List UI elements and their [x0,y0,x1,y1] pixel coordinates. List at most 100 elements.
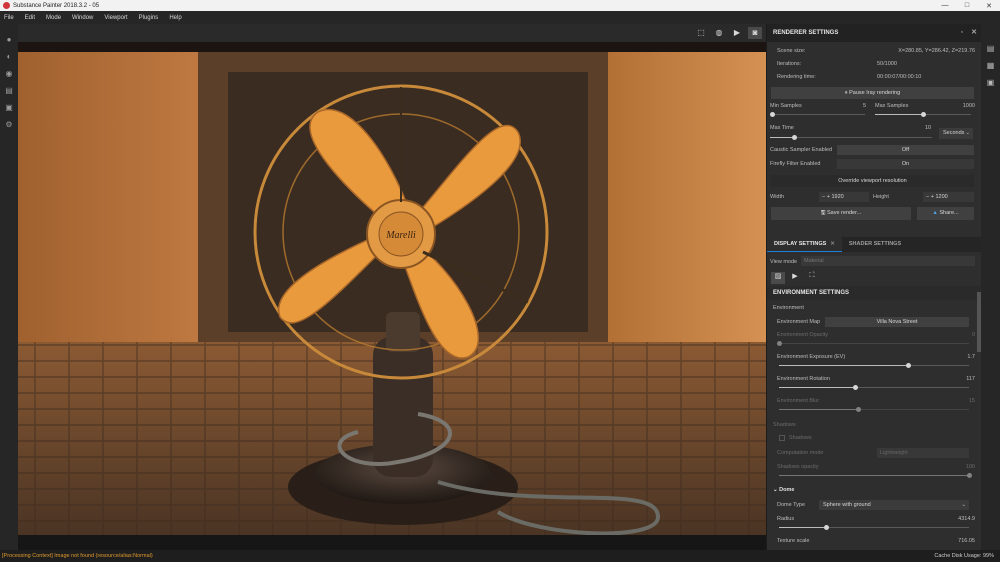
env-map-button[interactable]: Villa Nova Street [825,317,969,327]
scene-size-value: X=280.85, Y=286.42, Z=219.76 [898,48,975,54]
env-rotation-label: Environment Rotation [777,376,830,382]
frame-icon[interactable]: ⬚ [694,27,708,39]
dome-section-label: Dome [779,487,795,493]
fullscreen-icon[interactable]: ⛶ [805,272,819,284]
close-tab-icon[interactable]: ✕ [830,241,835,247]
env-rotation-slider[interactable] [779,385,969,390]
env-blur-slider[interactable] [779,407,969,412]
env-exposure-knob[interactable] [905,363,911,368]
pause-rendering-button[interactable]: ⏸ Pause Iray rendering [771,87,974,99]
save-render-button[interactable]: 🖫 Save render... [771,207,911,220]
env-map-label: Environment Map [777,319,821,325]
maximize-button[interactable]: □ [956,2,978,10]
shadows-opacity-knob[interactable] [966,473,972,478]
status-message: [Processing Context] Image not found (re… [2,553,153,559]
max-samples-knob[interactable] [920,112,926,117]
env-opacity-label: Environment Opacity [777,332,829,338]
shadows-opacity-slider[interactable] [779,473,972,478]
video-icon[interactable]: ▶ [788,272,802,284]
menu-window[interactable]: Window [72,15,93,21]
bake-icon[interactable]: ▣ [4,102,14,112]
viewport-render[interactable]: Marelli [18,42,766,535]
min-samples-slider[interactable] [770,112,865,117]
cache-label: Cache Disk Usage: [934,553,982,559]
close-panel-icon[interactable]: ✕ [971,29,977,36]
tab-shader-settings[interactable]: SHADER SETTINGS [842,237,908,252]
fan-render-image: Marelli [18,42,766,535]
image-icon[interactable]: ▨ [771,272,785,284]
texture-scale-label: Texture scale [777,538,810,544]
shadows-opacity-value: 100 [965,464,975,470]
env-exposure-slider[interactable] [779,363,969,368]
env-blur-knob[interactable] [856,407,862,412]
left-toolbar: ● ◐ ◉ ▤ ▣ ⚙ [0,24,18,550]
sphere-icon[interactable]: ◍ [712,27,726,39]
max-time-label: Max Time [770,125,794,131]
texture-set-icon[interactable]: ▣ [987,78,995,87]
max-time-slider[interactable] [770,135,932,140]
tab-display-settings[interactable]: DISPLAY SETTINGS ✕ [767,237,842,252]
radius-fill [779,527,827,528]
screenshot-icon[interactable]: ◙ [748,27,762,39]
min-samples-value: 5 [863,103,867,109]
camera-icon[interactable]: ▶ [730,27,744,39]
width-label: Width [770,194,785,200]
right-panel: RENDERER SETTINGS ▫ ✕ Scene size: X=280.8… [766,24,981,550]
settings-icon[interactable]: ⚙ [4,119,14,129]
env-blur-value: 15 [968,398,975,404]
eraser-icon[interactable]: ◐ [4,51,14,61]
layers-icon[interactable]: ▤ [4,85,14,95]
caustic-label: Caustic Sampler Enabled [770,147,833,153]
dome-type-select[interactable]: Sphere with ground ⌄ [819,500,969,510]
window-controls: — □ ✕ [934,2,1000,10]
projection-icon[interactable]: ◉ [4,68,14,78]
paint-icon[interactable]: ● [4,34,14,44]
minimize-button[interactable]: — [934,2,956,10]
env-exposure-label: Environment Exposure (EV) [777,354,846,360]
max-time-unit-select[interactable]: Seconds ⌄ [939,128,973,139]
override-resolution-button[interactable]: Override viewport resolution [771,175,974,187]
menu-help[interactable]: Help [169,15,181,21]
firefly-label: Firefly Filter Enabled [770,161,821,167]
undock-icon[interactable]: ▫ [961,29,963,36]
env-opacity-knob[interactable] [776,341,782,346]
radius-slider[interactable] [779,525,969,530]
shadows-checkbox[interactable] [779,435,785,441]
menu-viewport[interactable]: Viewport [104,15,127,21]
firefly-toggle[interactable]: On [837,159,974,169]
height-input[interactable]: − + 1200 [923,192,974,202]
height-value: 1200 [935,194,948,200]
view-mode-field[interactable]: Material [801,256,975,266]
menu-edit[interactable]: Edit [25,15,35,21]
close-button[interactable]: ✕ [978,2,1000,10]
max-time-knob[interactable] [791,135,797,140]
rendering-time-label: Rendering time: [777,74,816,80]
menu-mode[interactable]: Mode [46,15,61,21]
max-samples-slider[interactable] [875,112,971,117]
texture-scale-value: 716.05 [958,538,975,544]
env-blur-label: Environment Blur [777,398,820,404]
env-rotation-knob[interactable] [852,385,858,390]
width-input[interactable]: − + 1920 [819,192,869,202]
dome-section-header[interactable]: ⌄ Dome [773,487,794,493]
layers-panel-icon[interactable]: ▤ [987,44,995,53]
height-label: Height [873,194,889,200]
computation-mode-field[interactable]: Lightweight [877,448,969,458]
caustic-toggle[interactable]: Off [837,145,974,155]
properties-panel-icon[interactable]: ▦ [987,61,995,70]
dome-type-label: Dome Type [777,502,806,508]
menu-plugins[interactable]: Plugins [139,15,159,21]
env-rotation-fill [779,387,855,388]
radius-value: 4314.9 [958,516,975,522]
menu-file[interactable]: File [4,15,14,21]
radius-knob[interactable] [824,525,829,530]
computation-mode-label: Computation mode [777,450,824,456]
scene-size-label: Scene size: [777,48,806,54]
max-samples-value: 1000 [962,103,975,109]
renderer-settings-header: RENDERER SETTINGS ▫ ✕ [767,24,981,42]
env-opacity-slider[interactable] [776,341,969,346]
app-logo-icon [3,2,10,9]
cache-disk-usage: Cache Disk Usage: 99% [934,553,994,559]
min-samples-knob[interactable] [770,112,776,117]
share-button[interactable]: ▲ Share... [917,207,974,220]
